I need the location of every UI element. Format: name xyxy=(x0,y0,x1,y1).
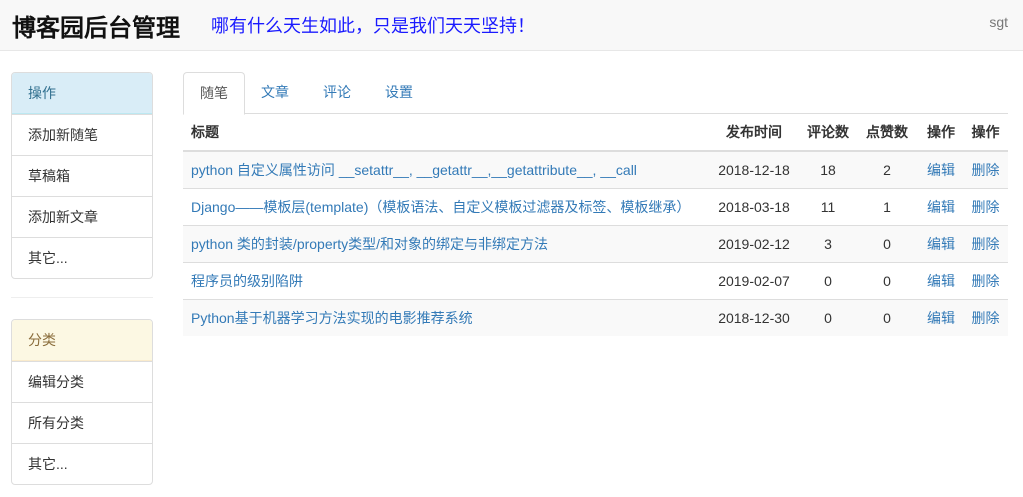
sidebar-item-other[interactable]: 其它... xyxy=(12,237,152,278)
operations-panel: 操作 添加新随笔 草稿箱 添加新文章 其它... xyxy=(11,72,153,279)
sidebar-item-all-categories[interactable]: 所有分类 xyxy=(12,402,152,443)
post-likes: 0 xyxy=(855,224,919,262)
post-date: 2019-02-07 xyxy=(707,261,801,299)
col-header-title: 标题 xyxy=(183,114,707,152)
content-tabs: 随笔 文章 评论 设置 xyxy=(183,72,1008,115)
post-comments: 3 xyxy=(801,224,855,262)
top-navbar: 博客园后台管理 哪有什么天生如此，只是我们天天坚持！ sgt xyxy=(0,0,1023,51)
post-title-link[interactable]: 程序员的级别陷阱 xyxy=(183,261,707,299)
edit-link[interactable]: 编辑 xyxy=(919,261,963,299)
post-comments: 0 xyxy=(801,261,855,299)
post-likes: 0 xyxy=(855,261,919,299)
operations-heading: 操作 xyxy=(12,73,152,114)
post-title-link[interactable]: python 类的封装/property类型/和对象的绑定与非绑定方法 xyxy=(183,224,707,262)
sidebar-item-edit-category[interactable]: 编辑分类 xyxy=(12,361,152,402)
table-row: python 自定义属性访问 __setattr__, __getattr__,… xyxy=(183,150,1008,188)
post-likes: 0 xyxy=(855,298,919,336)
sidebar-item-add-post[interactable]: 添加新随笔 xyxy=(12,114,152,155)
post-comments: 0 xyxy=(801,298,855,336)
post-date: 2018-12-30 xyxy=(707,298,801,336)
edit-link[interactable]: 编辑 xyxy=(919,150,963,188)
tab-articles[interactable]: 文章 xyxy=(245,72,305,114)
brand-title[interactable]: 博客园后台管理 xyxy=(12,8,180,43)
sidebar-divider xyxy=(11,297,153,298)
post-likes: 1 xyxy=(855,187,919,225)
post-comments: 18 xyxy=(801,150,855,188)
sidebar-item-category-other[interactable]: 其它... xyxy=(12,443,152,484)
tab-posts[interactable]: 随笔 xyxy=(183,72,245,115)
col-header-date: 发布时间 xyxy=(707,114,801,152)
col-header-action: 操作 xyxy=(919,114,963,152)
post-date: 2019-02-12 xyxy=(707,224,801,262)
delete-link[interactable]: 删除 xyxy=(963,224,1008,262)
post-title-link[interactable]: Python基于机器学习方法实现的电影推荐系统 xyxy=(183,298,707,336)
delete-link[interactable]: 删除 xyxy=(963,150,1008,188)
slogan: 哪有什么天生如此，只是我们天天坚持！ xyxy=(211,16,535,36)
post-date: 2018-03-18 xyxy=(707,187,801,225)
delete-link[interactable]: 删除 xyxy=(963,187,1008,225)
category-panel: 分类 编辑分类 所有分类 其它... xyxy=(11,319,153,485)
table-row: Python基于机器学习方法实现的电影推荐系统 2018-12-30 0 0 编… xyxy=(183,298,1008,336)
sidebar-item-drafts[interactable]: 草稿箱 xyxy=(12,155,152,196)
col-header-comments: 评论数 xyxy=(801,114,855,152)
post-title-link[interactable]: python 自定义属性访问 __setattr__, __getattr__,… xyxy=(183,150,707,188)
edit-link[interactable]: 编辑 xyxy=(919,187,963,225)
edit-link[interactable]: 编辑 xyxy=(919,224,963,262)
edit-link[interactable]: 编辑 xyxy=(919,298,963,336)
tab-settings[interactable]: 设置 xyxy=(369,72,429,114)
table-row: Django——模板层(template)（模板语法、自定义模板过滤器及标签、模… xyxy=(183,187,1008,225)
table-row: 程序员的级别陷阱 2019-02-07 0 0 编辑 删除 xyxy=(183,261,1008,299)
post-comments: 11 xyxy=(801,187,855,225)
category-heading: 分类 xyxy=(12,320,152,361)
post-likes: 2 xyxy=(855,150,919,188)
delete-link[interactable]: 删除 xyxy=(963,261,1008,299)
table-header-row: 标题 发布时间 评论数 点赞数 操作 操作 xyxy=(183,114,1008,152)
col-header-likes: 点赞数 xyxy=(855,114,919,152)
post-date: 2018-12-18 xyxy=(707,150,801,188)
delete-link[interactable]: 删除 xyxy=(963,298,1008,336)
username[interactable]: sgt xyxy=(989,14,1008,30)
post-title-link[interactable]: Django——模板层(template)（模板语法、自定义模板过滤器及标签、模… xyxy=(183,187,707,225)
sidebar-item-add-article[interactable]: 添加新文章 xyxy=(12,196,152,237)
tab-comments[interactable]: 评论 xyxy=(307,72,367,114)
posts-table: 标题 发布时间 评论数 点赞数 操作 操作 python 自定义属性访问 __s… xyxy=(183,114,1008,336)
col-header-action: 操作 xyxy=(963,114,1008,152)
table-row: python 类的封装/property类型/和对象的绑定与非绑定方法 2019… xyxy=(183,224,1008,262)
